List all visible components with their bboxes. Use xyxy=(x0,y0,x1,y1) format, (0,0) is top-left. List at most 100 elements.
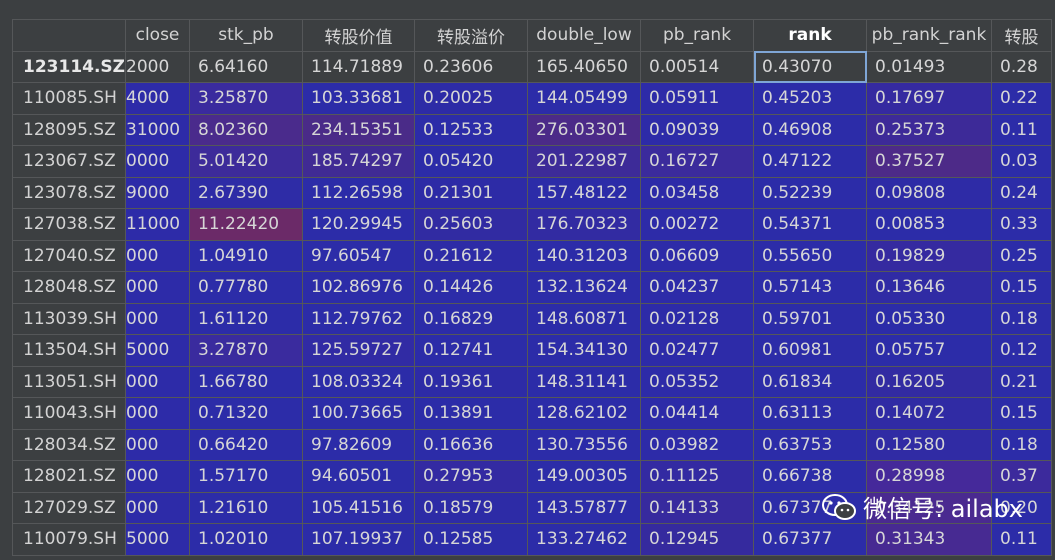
table-cell[interactable]: 0.04237 xyxy=(640,271,754,304)
table-cell[interactable]: 0.13646 xyxy=(866,271,992,304)
table-cell[interactable]: 0.59701 xyxy=(753,302,867,335)
table-cell[interactable]: 0.18579 xyxy=(414,491,528,524)
table-cell[interactable]: 176.70323 xyxy=(527,208,641,241)
table-cell[interactable]: 149.00305 xyxy=(527,460,641,493)
table-cell[interactable]: 000 xyxy=(125,271,190,304)
table-row[interactable]: 113039.SH 000 1.61120 112.79762 0.16829 148.6… xyxy=(12,302,1052,335)
row-index-label[interactable]: 128021.SZ xyxy=(12,460,126,493)
table-cell[interactable]: 0.12741 xyxy=(414,334,528,367)
row-index-label[interactable]: 128048.SZ xyxy=(12,271,126,304)
table-cell[interactable]: 0.15 xyxy=(991,397,1052,430)
table-cell[interactable]: 0.00853 xyxy=(866,208,992,241)
table-cell[interactable]: 3.25870 xyxy=(189,82,303,115)
table-cell[interactable]: 0.03458 xyxy=(640,176,754,209)
row-index-label[interactable]: 127040.SZ xyxy=(12,239,126,272)
table-cell[interactable]: 0.47122 xyxy=(753,145,867,178)
table-cell[interactable]: 0.05330 xyxy=(866,302,992,335)
table-cell[interactable]: 120.29945 xyxy=(302,208,415,241)
table-cell[interactable]: 1.21610 xyxy=(189,491,303,524)
table-cell[interactable]: 0.24 xyxy=(991,176,1052,209)
table-cell[interactable]: 132.13624 xyxy=(527,271,641,304)
table-cell[interactable]: 201.22987 xyxy=(527,145,641,178)
table-cell[interactable]: 1.61120 xyxy=(189,302,303,335)
table-cell[interactable]: 000 xyxy=(125,239,190,272)
row-index-label[interactable]: 128034.SZ xyxy=(12,428,126,461)
table-cell[interactable]: 11.22420 xyxy=(189,208,303,241)
table-cell[interactable]: 0.25603 xyxy=(414,208,528,241)
table-cell[interactable]: 0.66420 xyxy=(189,428,303,461)
table-cell[interactable]: 0.52239 xyxy=(753,176,867,209)
table-cell[interactable]: 0.21612 xyxy=(414,239,528,272)
table-cell[interactable]: 0.19829 xyxy=(866,239,992,272)
row-index-label[interactable]: 123067.SZ xyxy=(12,145,126,178)
table-cell[interactable]: 0.23606 xyxy=(414,50,528,83)
table-cell[interactable]: 31000 xyxy=(125,113,190,146)
table-cell[interactable]: 8.02360 xyxy=(189,113,303,146)
table-cell[interactable]: 133.27462 xyxy=(527,523,641,556)
table-cell[interactable]: 0.19361 xyxy=(414,365,528,398)
table-cell[interactable]: 2000 xyxy=(125,50,190,83)
table-row[interactable]: 110043.SH 000 0.71320 100.73665 0.13891 128.6… xyxy=(12,397,1052,430)
table-row[interactable]: 110079.SH 5000 1.02010 107.19937 0.12585 133.… xyxy=(12,523,1052,556)
table-cell[interactable]: 0.43070 xyxy=(753,50,867,83)
table-cell[interactable]: 0.45203 xyxy=(753,82,867,115)
table-cell[interactable]: 114.71889 xyxy=(302,50,415,83)
table-cell[interactable]: 0.28998 xyxy=(866,460,992,493)
row-index-label[interactable]: 127029.SZ xyxy=(12,491,126,524)
table-cell[interactable]: 000 xyxy=(125,365,190,398)
table-cell[interactable]: 1.57170 xyxy=(189,460,303,493)
table-cell[interactable]: 148.60871 xyxy=(527,302,641,335)
table-cell[interactable]: 0.14426 xyxy=(414,271,528,304)
table-cell[interactable]: 130.73556 xyxy=(527,428,641,461)
table-cell[interactable]: 140.31203 xyxy=(527,239,641,272)
row-index-label[interactable]: 113039.SH xyxy=(12,302,126,335)
table-row[interactable]: 128034.SZ 000 0.66420 97.82609 0.16636 130.73… xyxy=(12,428,1052,461)
table-cell[interactable]: 0.60981 xyxy=(753,334,867,367)
table-cell[interactable]: 0.16829 xyxy=(414,302,528,335)
table-row[interactable]: 113051.SH 000 1.66780 108.03324 0.19361 148.3… xyxy=(12,365,1052,398)
table-cell[interactable]: 157.48122 xyxy=(527,176,641,209)
table-cell[interactable]: 2.67390 xyxy=(189,176,303,209)
table-cell[interactable]: 000 xyxy=(125,491,190,524)
table-cell[interactable]: 9000 xyxy=(125,176,190,209)
column-header-stk-pb[interactable]: stk_pb xyxy=(189,19,303,52)
table-cell[interactable]: 0.77780 xyxy=(189,271,303,304)
table-row[interactable]: 127040.SZ 000 1.04910 97.60547 0.21612 140.31… xyxy=(12,239,1052,272)
table-cell[interactable]: 0.37 xyxy=(991,460,1052,493)
table-cell[interactable]: 1.04910 xyxy=(189,239,303,272)
table-cell[interactable]: 97.60547 xyxy=(302,239,415,272)
row-index-label[interactable]: 110085.SH xyxy=(12,82,126,115)
table-cell[interactable]: 0.13891 xyxy=(414,397,528,430)
table-cell[interactable]: 276.03301 xyxy=(527,113,641,146)
table-cell[interactable]: 0.05352 xyxy=(640,365,754,398)
table-cell[interactable]: 107.19937 xyxy=(302,523,415,556)
table-cell[interactable]: 0.55650 xyxy=(753,239,867,272)
table-cell[interactable]: 0.18 xyxy=(991,428,1052,461)
table-cell[interactable]: 0.05420 xyxy=(414,145,528,178)
table-cell[interactable]: 3.27870 xyxy=(189,334,303,367)
table-cell[interactable]: 0.02477 xyxy=(640,334,754,367)
column-header-conversion-truncated[interactable]: 转股 xyxy=(991,19,1052,52)
table-cell[interactable]: 0.71320 xyxy=(189,397,303,430)
table-cell[interactable]: 128.62102 xyxy=(527,397,641,430)
index-header[interactable] xyxy=(12,19,126,52)
table-cell[interactable]: 5000 xyxy=(125,334,190,367)
table-cell[interactable]: 000 xyxy=(125,302,190,335)
table-cell[interactable]: 0.16205 xyxy=(866,365,992,398)
column-header-pb-rank[interactable]: pb_rank xyxy=(640,19,754,52)
table-cell[interactable]: 185.74297 xyxy=(302,145,415,178)
table-cell[interactable]: 0.63753 xyxy=(753,428,867,461)
table-cell[interactable]: 0.46908 xyxy=(753,113,867,146)
table-cell[interactable]: 97.82609 xyxy=(302,428,415,461)
table-cell[interactable]: 0.20025 xyxy=(414,82,528,115)
row-index-label[interactable]: 123114.SZ xyxy=(12,50,126,83)
column-header-pb-rank-rank[interactable]: pb_rank_rank xyxy=(866,19,992,52)
table-cell[interactable]: 144.05499 xyxy=(527,82,641,115)
table-cell[interactable]: 0.15 xyxy=(991,271,1052,304)
table-cell[interactable]: 112.26598 xyxy=(302,176,415,209)
table-cell[interactable]: 0.22 xyxy=(991,82,1052,115)
table-cell[interactable]: 0.11 xyxy=(991,523,1052,556)
row-index-label[interactable]: 110079.SH xyxy=(12,523,126,556)
table-cell[interactable]: 0.21 xyxy=(991,365,1052,398)
table-cell[interactable]: 0.57143 xyxy=(753,271,867,304)
